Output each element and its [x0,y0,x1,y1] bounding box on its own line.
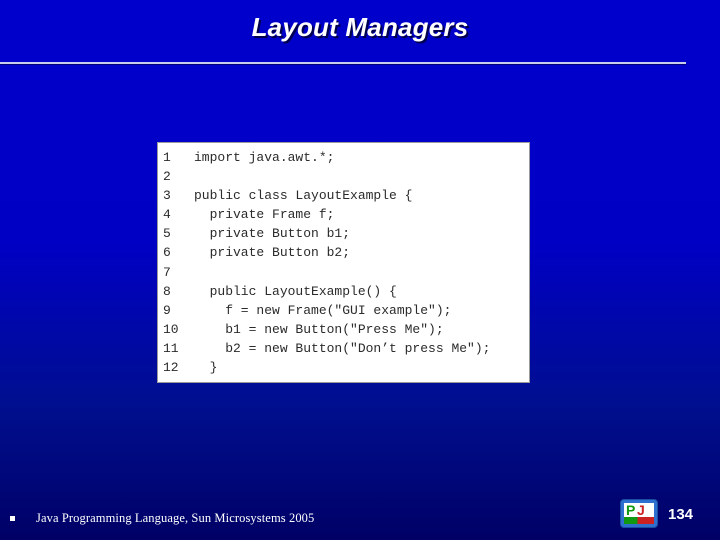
footer-text: Java Programming Language, Sun Microsyst… [36,511,315,525]
line-source: f = new Frame("GUI example"); [194,302,452,318]
code-line: 10 b1 = new Button("Press Me"); [158,322,529,341]
line-source: } [194,360,218,376]
code-line: 2 [158,169,529,188]
code-line: 12 } [158,360,529,379]
logo-color-bar [624,517,654,524]
code-line: 11 b2 = new Button("Don’t press Me"); [158,341,529,360]
code-line: 6 private Button b2; [158,245,529,264]
title-area: Layout Managers [0,10,720,56]
code-line: 8 public LayoutExample() { [158,284,529,303]
code-line: 5 private Button b1; [158,226,529,245]
line-number: 3 [163,188,171,204]
line-number: 2 [163,169,171,185]
line-source: import java.awt.*; [194,150,335,165]
footer-bullet-icon [10,516,15,521]
line-source: public LayoutExample() { [194,283,397,299]
line-number: 9 [163,302,171,318]
code-line: 1 import java.awt.*; [158,150,529,169]
line-source: public class LayoutExample { [194,188,413,204]
line-source: private Frame f; [194,207,335,223]
page-title: Layout Managers [251,12,469,42]
code-line: 7 [158,265,529,284]
code-listing-figure: 1 import java.awt.*; 2 3 public class La… [157,142,530,383]
logo-letter-p: P [626,503,636,518]
line-number: 11 [163,340,179,356]
title-divider [0,62,686,64]
line-source: b2 = new Button("Don’t press Me"); [194,340,491,356]
code-line: 4 private Frame f; [158,207,529,226]
line-number: 12 [163,360,179,376]
line-source: private Button b1; [194,226,351,242]
slide: Layout Managers 1 import java.awt.*; 2 3… [0,0,720,540]
logo-letter-j: J [637,503,645,518]
logo-screen: P J [624,503,654,524]
code-listing: 1 import java.awt.*; 2 3 public class La… [158,143,529,379]
page-number: 134 [668,506,694,523]
code-line: 9 f = new Frame("GUI example"); [158,303,529,322]
line-number: 6 [163,245,171,261]
line-source: b1 = new Button("Press Me"); [194,321,444,337]
pj-logo-icon: P J [620,499,658,528]
code-line: 3 public class LayoutExample { [158,188,529,207]
line-number: 1 [163,150,171,165]
line-number: 10 [163,321,179,337]
line-number: 8 [163,283,171,299]
line-number: 5 [163,226,171,242]
line-number: 4 [163,207,171,223]
line-source: private Button b2; [194,245,351,261]
line-number: 7 [163,264,171,280]
